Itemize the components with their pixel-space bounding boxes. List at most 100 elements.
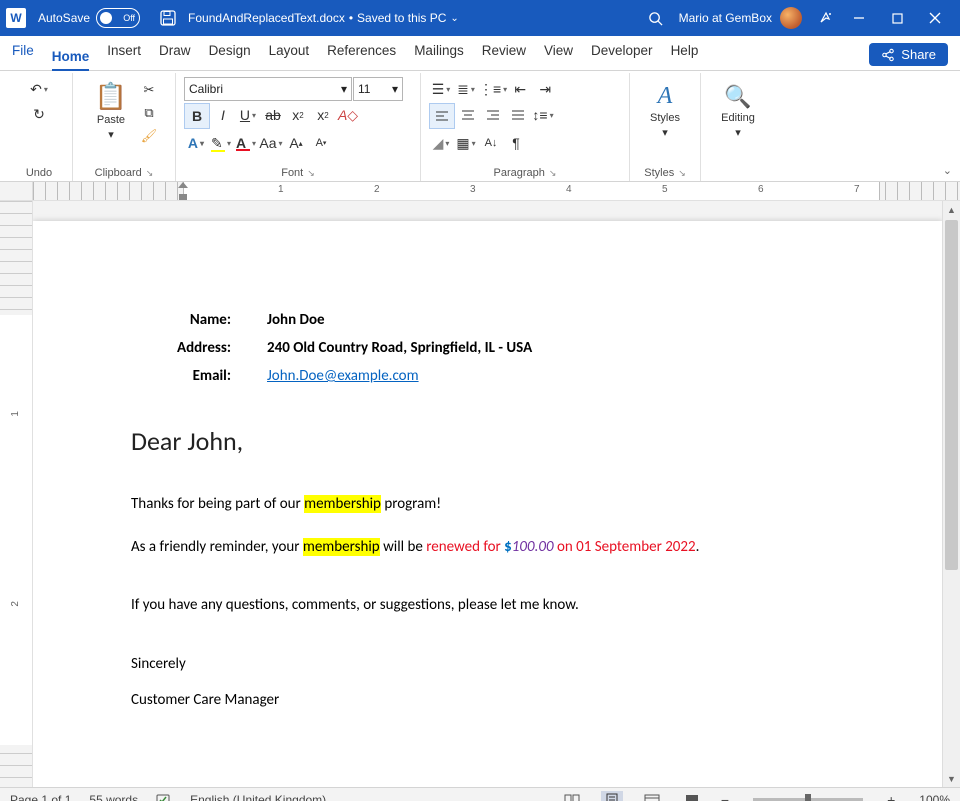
first-line-indent-marker[interactable]	[178, 182, 188, 188]
font-color-button[interactable]: A▾	[234, 131, 258, 155]
multilevel-list-button[interactable]: ⋮≡▾	[479, 77, 507, 101]
dialog-launcher-icon[interactable]: ↘	[307, 168, 315, 179]
search-icon[interactable]	[643, 5, 669, 31]
increase-indent-button[interactable]: ⇥	[533, 77, 557, 101]
copy-button[interactable]: ⧉	[137, 102, 161, 124]
dialog-launcher-icon[interactable]: ↘	[549, 168, 557, 179]
share-button[interactable]: Share	[869, 43, 948, 66]
redo-button[interactable]: ↻	[27, 102, 51, 126]
email-link[interactable]: John.Doe@example.com	[267, 367, 419, 385]
vertical-scrollbar[interactable]: ▲ ▼	[942, 201, 960, 787]
autosave-control[interactable]: AutoSave Off	[38, 8, 140, 28]
change-case-button[interactable]: Aa▾	[259, 131, 283, 155]
tab-layout[interactable]: Layout	[269, 43, 310, 64]
editing-button[interactable]: 🔍 Editing ▾	[714, 77, 762, 145]
ribbon-display-options-icon[interactable]	[812, 4, 840, 32]
show-marks-button[interactable]: ¶	[504, 131, 528, 155]
chevron-down-icon: ▾	[735, 126, 741, 139]
zoom-level[interactable]: 100%	[919, 793, 950, 801]
numbering-button[interactable]: ≣▾	[454, 77, 478, 101]
user-name: Mario at GemBox	[679, 11, 772, 25]
account-area[interactable]: Mario at GemBox	[679, 7, 802, 29]
paste-button[interactable]: 📋 Paste ▾	[87, 77, 135, 145]
group-label: Styles	[644, 167, 674, 179]
sort-button[interactable]: A↓	[479, 131, 503, 155]
minimize-icon[interactable]	[840, 4, 878, 32]
clear-formatting-button[interactable]: A◇	[336, 103, 360, 127]
italic-button[interactable]: I	[211, 103, 235, 127]
spellcheck-icon[interactable]	[156, 793, 172, 801]
format-painter-button[interactable]: 🖌	[137, 125, 161, 147]
tab-references[interactable]: References	[327, 43, 396, 64]
horizontal-ruler[interactable]: 1 2 3 4 5 6 7	[0, 182, 960, 201]
tab-draw[interactable]: Draw	[159, 43, 191, 64]
justify-button[interactable]	[506, 103, 530, 127]
vertical-ruler[interactable]: 1 2	[0, 201, 33, 787]
greeting: Dear John,	[131, 425, 844, 457]
document-area[interactable]: Name: John Doe Address: 240 Old Country …	[33, 201, 942, 787]
paste-icon: 📋	[95, 81, 127, 112]
document-title[interactable]: FoundAndReplacedText.docx • Saved to thi…	[188, 11, 459, 25]
strikethrough-button[interactable]: ab	[261, 103, 285, 127]
dialog-launcher-icon[interactable]: ↘	[146, 168, 154, 179]
hanging-indent-marker[interactable]	[179, 194, 187, 200]
scroll-thumb[interactable]	[945, 220, 958, 570]
align-center-button[interactable]	[456, 103, 480, 127]
name-label: Name:	[131, 311, 231, 329]
tab-design[interactable]: Design	[209, 43, 251, 64]
align-left-button[interactable]	[429, 103, 455, 129]
highlight-button[interactable]: ✎▾	[209, 131, 233, 155]
borders-button[interactable]: ▦▾	[454, 131, 478, 155]
align-right-button[interactable]	[481, 103, 505, 127]
tab-mailings[interactable]: Mailings	[414, 43, 464, 64]
highlighted-text: membership	[304, 495, 381, 513]
zoom-out-button[interactable]: −	[721, 792, 729, 801]
word-count[interactable]: 55 words	[89, 793, 138, 801]
tab-view[interactable]: View	[544, 43, 573, 64]
decrease-indent-button[interactable]: ⇤	[508, 77, 532, 101]
tab-insert[interactable]: Insert	[107, 43, 141, 64]
bold-button[interactable]: B	[184, 103, 210, 129]
undo-button[interactable]: ↶▾	[27, 77, 51, 101]
read-mode-icon[interactable]	[561, 791, 583, 801]
focus-mode-icon[interactable]	[681, 791, 703, 801]
collapse-ribbon-icon[interactable]: ⌄	[943, 164, 952, 177]
zoom-slider-knob[interactable]	[805, 794, 811, 801]
scroll-track[interactable]	[943, 218, 960, 770]
ruler-tick: 7	[854, 184, 860, 195]
tab-developer[interactable]: Developer	[591, 43, 653, 64]
tab-help[interactable]: Help	[671, 43, 699, 64]
autosave-toggle[interactable]: Off	[96, 8, 140, 28]
tab-file[interactable]: File	[12, 43, 34, 64]
font-name-combo[interactable]: Calibri▾	[184, 77, 352, 101]
styles-button[interactable]: A Styles ▾	[641, 77, 689, 145]
tab-review[interactable]: Review	[482, 43, 526, 64]
print-layout-icon[interactable]	[601, 791, 623, 801]
scroll-up-icon[interactable]: ▲	[943, 201, 960, 218]
shading-button[interactable]: ◢▾	[429, 131, 453, 155]
tab-home[interactable]: Home	[52, 49, 90, 71]
zoom-in-button[interactable]: +	[887, 792, 895, 801]
text-effects-button[interactable]: A▾	[184, 131, 208, 155]
page[interactable]: Name: John Doe Address: 240 Old Country …	[33, 221, 942, 787]
grow-font-button[interactable]: A▴	[284, 131, 308, 155]
superscript-button[interactable]: x2	[311, 103, 335, 127]
line-spacing-button[interactable]: ↕≡▾	[531, 103, 555, 127]
scroll-down-icon[interactable]: ▼	[943, 770, 960, 787]
group-editing: 🔍 Editing ▾	[701, 73, 775, 181]
underline-button[interactable]: U▾	[236, 103, 260, 127]
subscript-button[interactable]: x2	[286, 103, 310, 127]
cut-button[interactable]: ✂	[137, 79, 161, 101]
maximize-icon[interactable]	[878, 4, 916, 32]
page-indicator[interactable]: Page 1 of 1	[10, 793, 71, 801]
save-icon[interactable]	[154, 4, 182, 32]
language-indicator[interactable]: English (United Kingdom)	[190, 793, 326, 801]
web-layout-icon[interactable]	[641, 791, 663, 801]
bullets-button[interactable]: ☰▾	[429, 77, 453, 101]
font-size-combo[interactable]: 11▾	[353, 77, 403, 101]
close-icon[interactable]	[916, 4, 954, 32]
shrink-font-button[interactable]: A▾	[309, 131, 333, 155]
dialog-launcher-icon[interactable]: ↘	[678, 168, 686, 179]
group-styles: A Styles ▾ Styles ↘	[630, 73, 701, 181]
name-value: John Doe	[267, 311, 325, 329]
